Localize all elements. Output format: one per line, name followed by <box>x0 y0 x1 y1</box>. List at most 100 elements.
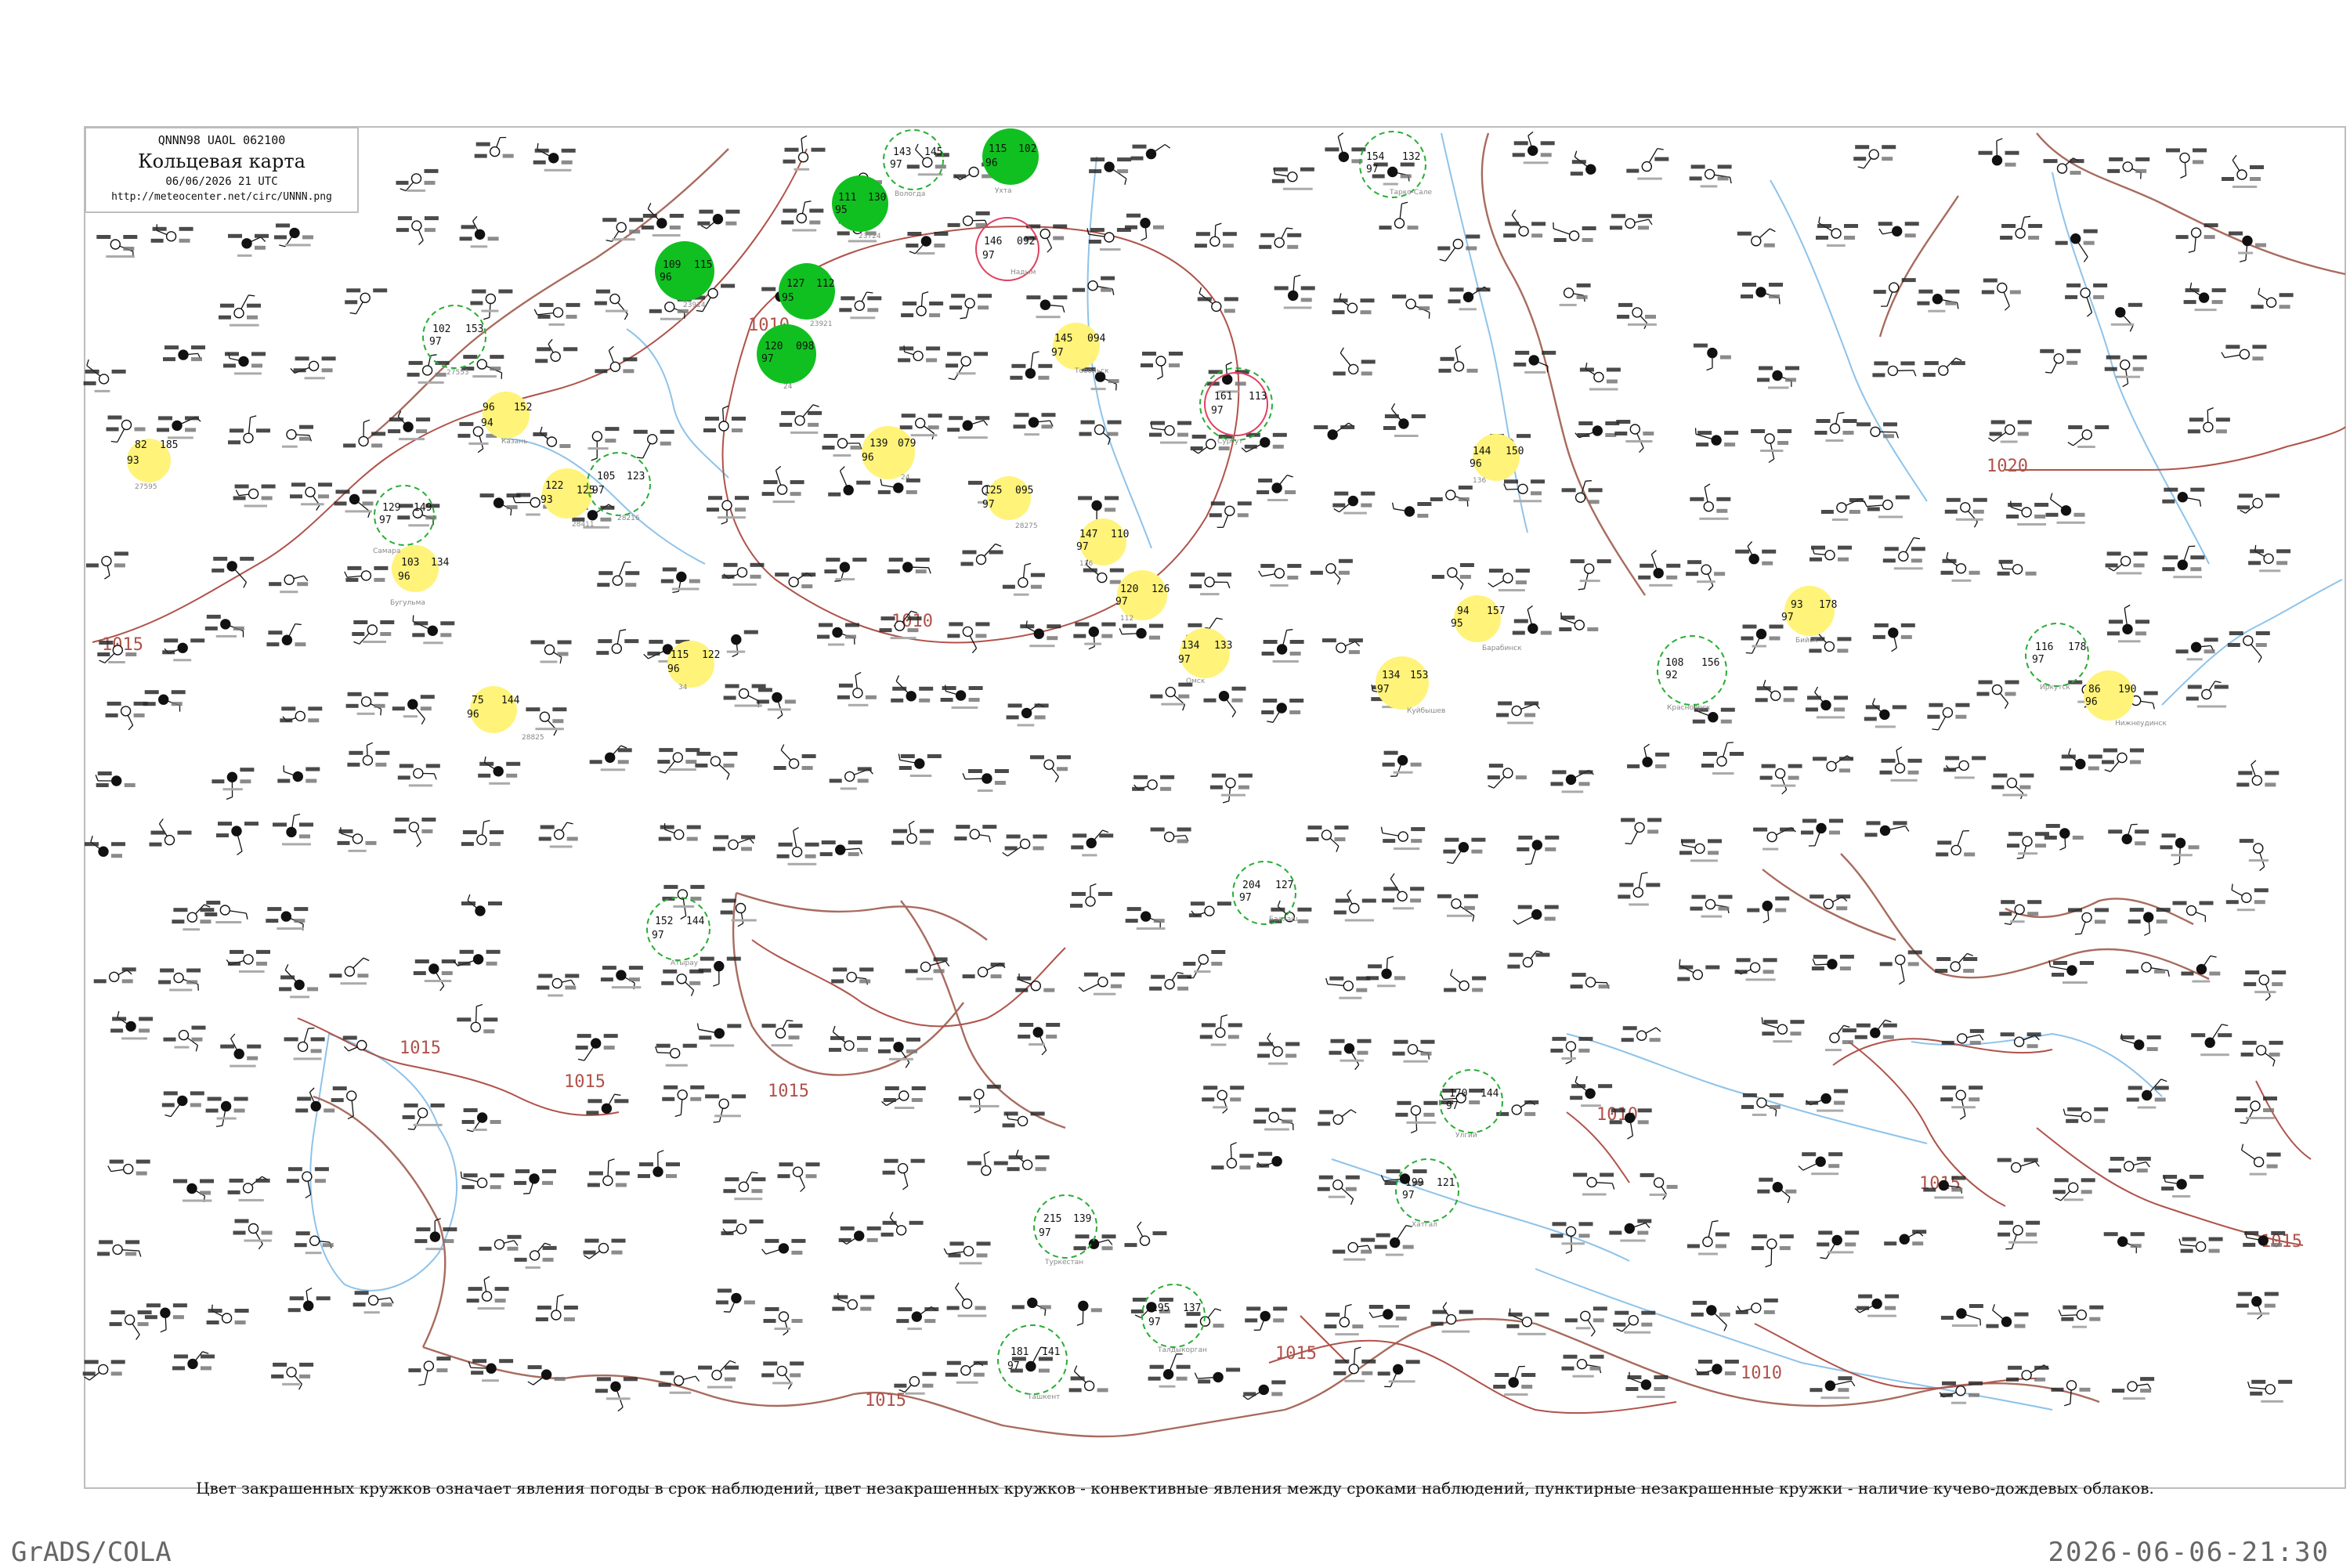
station-plot <box>536 1295 578 1321</box>
station-marker[interactable]: 102 97 153 27553 <box>423 305 486 377</box>
station-marker[interactable]: 93 97 178 Бийск <box>1781 586 1837 645</box>
cloud-cover-circle <box>915 759 924 768</box>
cloud-cover-circle <box>739 1182 748 1191</box>
wind-barb-feather <box>2148 1384 2151 1389</box>
station-value-mark <box>1331 1039 1345 1043</box>
station-plot <box>269 575 308 593</box>
station-dew: 96 <box>398 571 410 583</box>
station-value-mark <box>2008 832 2023 836</box>
station-value-mark <box>2127 1098 2139 1102</box>
station-value-mark <box>416 1227 430 1231</box>
station-marker[interactable]: 129 97 149 Самара <box>373 486 434 555</box>
station-value-mark <box>1319 1176 1333 1180</box>
wind-barb <box>2065 838 2066 847</box>
station-name-mark <box>2259 569 2280 572</box>
wind-barb <box>766 1250 779 1255</box>
station-value-mark <box>1397 1101 1411 1105</box>
station-value-mark <box>1117 169 1128 173</box>
station-value-mark <box>1654 157 1668 161</box>
station-plot <box>1072 276 1115 295</box>
station-value-mark <box>1883 434 1894 438</box>
station-marker[interactable]: 108 92 156 Красноярск <box>1658 636 1726 712</box>
station-marker[interactable]: 145 97 094 Тобольск <box>1051 323 1109 375</box>
wind-barb-feather <box>204 905 210 907</box>
station-temp: 139 <box>870 438 888 450</box>
station-marker[interactable]: 147 97 110 136 <box>1076 518 1129 568</box>
cloud-cover-circle <box>1831 424 1840 433</box>
station-plot <box>346 692 389 716</box>
station-value-mark <box>1764 1299 1778 1302</box>
station-value-mark <box>2265 493 2280 497</box>
station-marker[interactable]: 195 97 137 Талдыкорган <box>1142 1284 1207 1354</box>
station-value-mark <box>1844 236 1855 240</box>
cloud-cover-circle <box>1220 692 1229 701</box>
station-marker[interactable]: 215 97 139 Туркестан <box>1034 1195 1097 1266</box>
isobar-1020-path <box>2005 427 2345 470</box>
wind-barb-feather <box>1844 1025 1850 1027</box>
station-marker[interactable]: 94 95 157 Барабинск <box>1451 595 1522 652</box>
station-marker[interactable]: 75 96 144 28825 <box>467 686 544 742</box>
station-name-mark <box>1270 584 1288 587</box>
station-marker[interactable]: 109 96 115 23914 <box>655 241 714 309</box>
station-value-mark <box>837 231 850 235</box>
wind-barb <box>2134 1162 2146 1165</box>
station-value-mark <box>392 706 405 710</box>
station-marker[interactable]: 111 95 130 23724 <box>832 175 888 240</box>
station-marker[interactable]: 143 97 145 Вологда <box>884 130 943 198</box>
station-name-mark <box>2118 640 2141 642</box>
station-marker[interactable]: 161 97 113 Сургут <box>1200 368 1272 446</box>
station-marker[interactable]: 122 93 125 28411 <box>540 468 595 529</box>
wind-barb-feather <box>660 771 666 774</box>
station-marker[interactable]: 120 97 098 24 <box>757 324 816 391</box>
station-marker[interactable]: 170 97 144 Улгий <box>1440 1070 1502 1140</box>
station-marker[interactable]: 115 96 122 34 <box>667 641 720 692</box>
station-value-mark <box>1818 1230 1832 1234</box>
station-plot <box>1855 1295 1899 1317</box>
station-value-mark <box>629 229 640 233</box>
station-value-mark <box>1334 492 1348 496</box>
cloud-cover-circle <box>1278 645 1287 654</box>
cloud-cover-circle <box>728 840 738 849</box>
wind-barb-feather <box>2180 175 2186 178</box>
station-marker[interactable]: 82 93 185 27595 <box>127 439 178 491</box>
station-plot <box>408 1357 450 1386</box>
station-value-mark <box>1627 1375 1641 1379</box>
station-marker[interactable]: 134 97 133 Омск <box>1178 628 1232 685</box>
cloud-cover-circle <box>1581 1311 1590 1321</box>
station-value-mark <box>416 429 427 433</box>
station-plot <box>2237 493 2280 513</box>
station-value-mark <box>978 305 989 309</box>
station-value-mark <box>1718 176 1729 180</box>
cloud-cover-circle <box>2067 966 2077 975</box>
wind-barb <box>916 150 924 159</box>
station-plot <box>1571 151 1596 176</box>
station-value-mark <box>1999 560 2013 564</box>
station-value-mark <box>315 1179 326 1183</box>
station-marker[interactable]: 154 97 132 Тарко-Сале <box>1360 132 1432 197</box>
station-marker[interactable]: 115 96 102 Ухта <box>982 128 1039 195</box>
station-value-mark <box>1945 510 1958 514</box>
station-marker[interactable]: 120 97 126 112 <box>1115 570 1170 623</box>
station-value-mark <box>1551 782 1564 786</box>
station-name-mark <box>1094 993 1115 995</box>
station-value-mark <box>859 979 870 983</box>
wind-barb-feather <box>485 757 486 763</box>
wind-barb-feather <box>139 1251 140 1257</box>
wind-barb-feather <box>675 1115 682 1116</box>
station-value-mark <box>1012 1305 1025 1309</box>
shower-circle <box>1784 586 1835 636</box>
station-value-mark <box>1692 895 1706 899</box>
station-marker[interactable]: 125 97 095 28275 <box>982 476 1038 530</box>
station-value-mark <box>1579 782 1590 786</box>
station-marker[interactable]: 86 96 190 Нижнеудинск <box>2084 670 2167 728</box>
station-marker[interactable]: 139 96 079 24 <box>862 426 916 482</box>
wind-barb-feather <box>752 1172 758 1173</box>
wind-barb-feather <box>87 359 89 366</box>
station-marker[interactable]: 199 97 121 Хатгал <box>1396 1159 1459 1229</box>
wind-barb-feather <box>1243 1396 1248 1400</box>
station-value-mark <box>2244 1231 2258 1235</box>
wind-barb <box>742 912 743 923</box>
station-value-mark <box>1072 833 1086 837</box>
station-value-mark <box>757 699 769 703</box>
station-value-mark <box>185 428 196 432</box>
